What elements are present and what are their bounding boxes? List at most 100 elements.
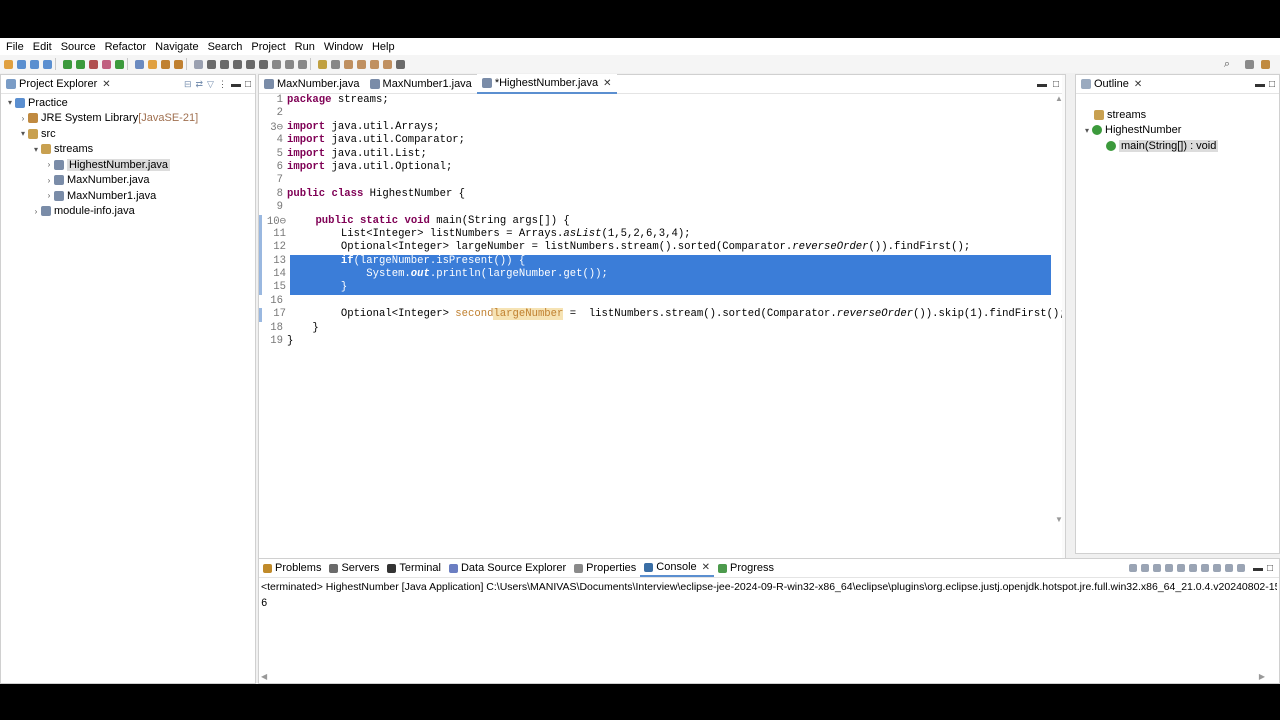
filter-icon[interactable]: ▽ (207, 79, 214, 90)
code-line[interactable]: 7 (259, 174, 1051, 187)
tree-item[interactable]: › MaxNumber1.java (1, 188, 255, 204)
pin-editor-icon[interactable] (396, 59, 405, 69)
menu-window[interactable]: Window (324, 41, 363, 53)
menu-file[interactable]: File (6, 41, 24, 53)
tab-problems[interactable]: Problems (259, 560, 325, 576)
tab-data-source-explorer[interactable]: Data Source Explorer (445, 560, 570, 576)
maximize-icon[interactable]: □ (1269, 79, 1275, 90)
perspective-icon[interactable] (1245, 59, 1254, 69)
collapse-toggle-icon[interactable]: › (18, 114, 28, 123)
maximize-icon[interactable]: □ (1267, 563, 1273, 574)
outline-item[interactable]: ▾ HighestNumber (1076, 123, 1279, 139)
code-line[interactable]: 11 List<Integer> listNumbers = Arrays.as… (259, 227, 1051, 242)
expand-toggle-icon[interactable]: ▾ (18, 129, 28, 138)
tab-outline[interactable]: Outline ✕ (1076, 75, 1148, 93)
tree-item[interactable]: ▾ Practice (1, 95, 255, 111)
code-line[interactable]: 14 System.out.println(largeNumber.get())… (259, 268, 1051, 282)
scroll-lock-icon[interactable] (1164, 564, 1173, 572)
java-perspective-icon[interactable] (1261, 59, 1270, 69)
annotation-icon[interactable] (331, 59, 340, 69)
code-line[interactable]: 10⊖ public static void main(String args[… (259, 214, 1051, 228)
scroll-left-icon[interactable]: ◀ (261, 672, 267, 681)
tab-project-explorer[interactable]: Project Explorer ✕ (1, 75, 116, 93)
next-annotation-icon[interactable] (344, 59, 353, 69)
menu-search[interactable]: Search (208, 41, 243, 53)
menu-navigate[interactable]: Navigate (155, 41, 198, 53)
pin-console-icon[interactable] (1212, 564, 1221, 572)
menu-run[interactable]: Run (295, 41, 315, 53)
code-line[interactable]: 9 (259, 201, 1051, 214)
scroll-right-icon[interactable]: ▶ (1259, 672, 1265, 681)
code-line[interactable]: 5 import java.util.List; (259, 148, 1051, 161)
tree-item[interactable]: ▾ src (1, 126, 255, 142)
step-return-icon[interactable] (298, 59, 307, 69)
step-into-icon[interactable] (272, 59, 281, 69)
menu-source[interactable]: Source (61, 41, 96, 53)
new-icon[interactable] (4, 59, 13, 69)
view-menu-icon[interactable]: ⋮ (218, 79, 227, 90)
code-line[interactable]: 12 Optional<Integer> largeNumber = listN… (259, 241, 1051, 255)
collapse-toggle-icon[interactable]: › (44, 176, 54, 185)
expand-toggle-icon[interactable]: ▾ (5, 98, 15, 107)
close-icon[interactable]: ✕ (102, 79, 110, 90)
search-icon[interactable] (194, 59, 203, 69)
resume-icon[interactable] (220, 59, 229, 69)
skip-breakpoints-icon[interactable] (207, 59, 216, 69)
maximize-icon[interactable]: □ (1053, 79, 1059, 90)
disconnect-icon[interactable] (259, 59, 268, 69)
display-console-icon[interactable] (1224, 564, 1233, 572)
debug-icon[interactable] (63, 59, 72, 69)
tab-progress[interactable]: Progress (714, 560, 778, 576)
code-line[interactable]: 18 } (259, 322, 1051, 335)
tree-item[interactable]: ▾ streams (1, 142, 255, 158)
outline-item[interactable]: main(String[]) : void (1076, 138, 1279, 154)
close-icon[interactable]: ✕ (1134, 79, 1142, 90)
previous-annotation-icon[interactable] (357, 59, 366, 69)
new-package-icon[interactable] (148, 59, 157, 69)
minimize-icon[interactable]: ▬ (1037, 79, 1047, 90)
menu-project[interactable]: Project (251, 41, 285, 53)
code-line[interactable]: 2 (259, 107, 1051, 120)
minimize-icon[interactable]: ▬ (231, 79, 241, 90)
menu-help[interactable]: Help (372, 41, 395, 53)
toggle-mark-icon[interactable] (318, 59, 327, 69)
suspend-icon[interactable] (233, 59, 242, 69)
menu-edit[interactable]: Edit (33, 41, 52, 53)
code-line[interactable]: 19} (259, 335, 1051, 348)
remove-launch-icon[interactable] (1140, 564, 1149, 572)
collapse-toggle-icon[interactable]: › (44, 160, 54, 169)
word-wrap-icon[interactable] (1176, 564, 1185, 572)
collapse-toggle-icon[interactable]: › (44, 191, 54, 200)
open-type-icon[interactable] (174, 59, 183, 69)
outline-item[interactable]: streams (1076, 107, 1279, 123)
tab-terminal[interactable]: Terminal (383, 560, 445, 576)
new-java-project-icon[interactable] (135, 59, 144, 69)
tab-console[interactable]: Console ✕ (640, 559, 715, 577)
step-over-icon[interactable] (285, 59, 294, 69)
print-icon[interactable] (43, 59, 52, 69)
close-icon[interactable]: ✕ (603, 78, 611, 89)
code-line[interactable]: 17 Optional<Integer> secondlargeNumber =… (259, 308, 1066, 322)
show-stdout-icon[interactable] (1188, 564, 1197, 572)
expand-toggle-icon[interactable]: ▾ (1082, 126, 1092, 135)
terminate-icon[interactable] (1128, 564, 1137, 572)
terminate-icon[interactable] (246, 59, 255, 69)
minimize-icon[interactable]: ▬ (1253, 563, 1263, 574)
maximize-icon[interactable]: □ (245, 79, 251, 90)
tab-servers[interactable]: Servers (325, 560, 383, 576)
tab-maxnumberjava[interactable]: MaxNumber.java (259, 75, 365, 93)
tree-item[interactable]: › module-info.java (1, 204, 255, 220)
tree-item[interactable]: › JRE System Library [JavaSE-21] (1, 111, 255, 127)
tab-highestnumberjava[interactable]: *HighestNumber.java ✕ (476, 74, 617, 94)
quick-access-search-icon[interactable]: ⌕ (1224, 58, 1230, 71)
external-tools-icon[interactable] (115, 59, 124, 69)
tab-properties[interactable]: Properties (570, 560, 640, 576)
forward-icon[interactable] (383, 59, 392, 69)
run-config-icon[interactable] (89, 59, 98, 69)
code-line[interactable]: 8 public class HighestNumber { (259, 188, 1051, 201)
open-console-icon[interactable] (1236, 564, 1245, 572)
tab-maxnumber1java[interactable]: MaxNumber1.java (365, 75, 477, 93)
code-line[interactable]: 16 (259, 295, 1051, 308)
collapse-all-icon[interactable]: ⊟ (184, 79, 192, 90)
save-icon[interactable] (17, 59, 26, 69)
